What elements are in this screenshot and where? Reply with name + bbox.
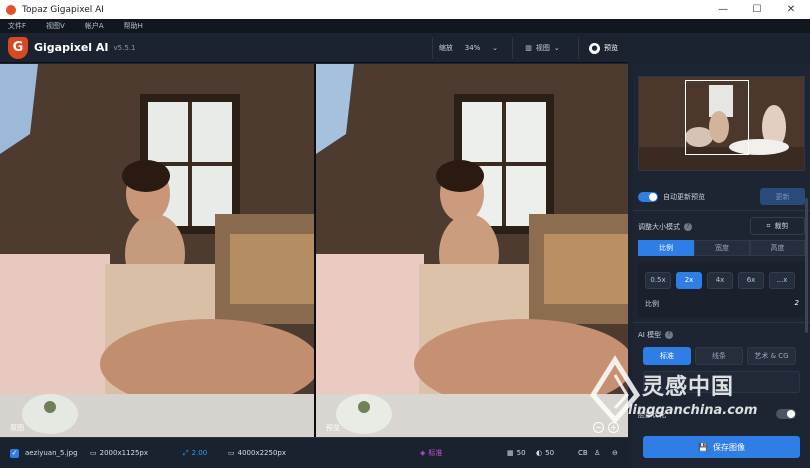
resize-mode-tabs: 比例 宽度 高度	[638, 240, 805, 256]
crop-icon: ⌗	[766, 221, 771, 230]
title-bar: Topaz Gigapixel AI — ☐ ✕	[0, 0, 810, 19]
zoom-in-icon[interactable]: +	[608, 422, 619, 433]
output-size: ▭ 4000x2250px	[228, 449, 286, 457]
tab-width[interactable]: 宽度	[694, 240, 750, 256]
menu-bar: 文件F 视图V 帐户A 帮助H	[0, 19, 810, 33]
drop-icon: ◐	[536, 449, 543, 457]
help-icon[interactable]: ?	[684, 223, 692, 231]
app-logo: G	[8, 36, 28, 59]
menu-file[interactable]: 文件F	[8, 21, 26, 31]
model-badge: ◈ 标准	[420, 449, 443, 457]
model-icon: ◈	[420, 449, 426, 457]
chevron-down-icon: ⌄	[553, 44, 560, 52]
tab-height[interactable]: 高度	[750, 240, 805, 256]
ai-model-label: AI 模型	[638, 331, 662, 339]
navigator-thumbnail[interactable]	[638, 76, 805, 171]
image-viewport[interactable]: 原图 预览 − +	[0, 64, 628, 437]
save-icon: 💾	[698, 442, 708, 452]
toggle-knob	[787, 410, 795, 418]
preview-label-overlay: 预览	[326, 424, 340, 432]
app-version: v5.5.1	[113, 43, 136, 52]
zoom-out-icon[interactable]: −	[593, 422, 604, 433]
preview-toggle[interactable]: ● 预览	[578, 37, 628, 59]
scale-4x-button[interactable]: 4x	[707, 272, 733, 289]
ai-model-row: AI 模型 ?	[638, 330, 805, 340]
ratio-value[interactable]: 2	[795, 299, 799, 307]
brand-name: Gigapixel AI	[34, 41, 109, 54]
zoom-label: 缩放	[438, 44, 453, 52]
watermark-title: 灵感中国	[642, 375, 735, 400]
grid-icon: ▦	[507, 449, 514, 457]
view-label: 视图	[535, 44, 550, 52]
app-icon	[6, 4, 16, 15]
image-icon: ▭	[90, 449, 97, 457]
maximize-button[interactable]: ☐	[740, 0, 774, 19]
preview-label: 预览	[604, 44, 618, 52]
original-pane[interactable]: 原图	[0, 64, 314, 437]
ai-model-tabs: 标准 线条 艺术 & CG	[643, 347, 796, 365]
help-icon[interactable]: ?	[665, 331, 674, 339]
window-title: Topaz Gigapixel AI	[22, 4, 104, 15]
preview-pane[interactable]: 预览 − +	[316, 64, 628, 437]
auto-update-toggle[interactable]	[638, 192, 658, 202]
preview-image	[316, 64, 628, 437]
model-standard[interactable]: 标准	[643, 347, 691, 365]
navigator-viewport-box[interactable]	[685, 80, 749, 155]
source-size: ▭ 2000x1125px	[90, 449, 148, 457]
expand-icon: ⤢	[183, 448, 189, 457]
ratio-label: 比例	[645, 300, 659, 308]
close-button[interactable]: ✕	[774, 0, 808, 19]
status-bar: ✓ aeziyuan_5.jpg ▭ 2000x1125px ⤢ 2.00 ▭ …	[0, 437, 628, 468]
chevron-down-icon: ⌄	[492, 44, 499, 52]
filename: aeziyuan_5.jpg	[25, 449, 78, 457]
zoom-control[interactable]: 缩放 34% ⌄	[432, 37, 504, 59]
app-header: G Gigapixel AI v5.5.1 缩放 34% ⌄ ▥ 视图 ⌄ ● …	[0, 33, 628, 63]
scale-0-5x-button[interactable]: 0.5x	[645, 272, 671, 289]
noise-readout: ▦ 50	[507, 449, 526, 457]
split-view-icon: ▥	[525, 44, 532, 52]
watermark-subtitle: lingganchina.com	[628, 403, 758, 418]
face-refine-toggle[interactable]	[776, 409, 796, 419]
user-icon: ♙	[594, 449, 601, 457]
menu-view[interactable]: 视图V	[46, 21, 65, 31]
scale-2x-button[interactable]: 2x	[676, 272, 702, 289]
save-image-button[interactable]: 💾 保存图像	[643, 436, 800, 458]
resize-mode-label: 调整大小模式	[638, 223, 680, 231]
auto-update-row: 自动更新预览 更新	[638, 188, 805, 205]
model-lines[interactable]: 线条	[695, 347, 743, 365]
remove-icon[interactable]: ⊖	[612, 449, 618, 457]
blur-readout: ◐ 50	[536, 449, 555, 457]
auto-update-label: 自动更新预览	[663, 193, 705, 201]
original-label: 原图	[10, 424, 24, 432]
crop-button[interactable]: ⌗ 裁剪	[750, 217, 805, 235]
eye-icon: ●	[589, 42, 600, 54]
scale-readout: ⤢ 2.00	[183, 448, 208, 458]
view-dropdown[interactable]: ▥ 视图 ⌄	[512, 37, 572, 59]
image-icon: ▭	[228, 449, 235, 457]
update-button[interactable]: 更新	[760, 188, 805, 205]
original-image	[0, 64, 314, 437]
divider	[633, 322, 810, 323]
minimize-button[interactable]: —	[706, 0, 740, 19]
menu-account[interactable]: 帐户A	[85, 21, 104, 31]
resize-mode-row: 调整大小模式 ? ⌗ 裁剪	[638, 217, 805, 235]
scale-custom-button[interactable]: ...x	[769, 272, 795, 289]
scale-6x-button[interactable]: 6x	[738, 272, 764, 289]
menu-help[interactable]: 帮助H	[124, 21, 143, 31]
file-checkbox[interactable]: ✓	[10, 448, 19, 458]
scale-panel: 0.5x 2x 4x 6x ...x 比例 2	[638, 262, 805, 317]
cb-readout: CB	[578, 449, 588, 457]
zoom-value: 34%	[464, 44, 481, 52]
divider	[633, 210, 810, 211]
tab-scale[interactable]: 比例	[638, 240, 694, 256]
sidebar-scrollbar[interactable]	[805, 198, 808, 333]
model-art-cg[interactable]: 艺术 & CG	[747, 347, 796, 365]
